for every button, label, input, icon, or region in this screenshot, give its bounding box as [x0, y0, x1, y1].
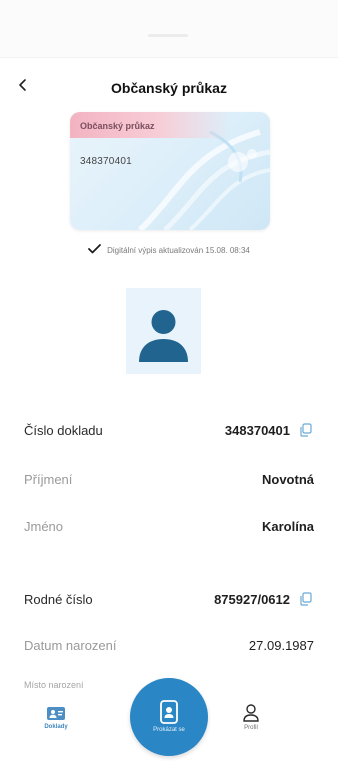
top-sheet: [0, 0, 338, 58]
person-avatar-icon: [139, 310, 188, 362]
prove-identity-label: Prokázat se: [153, 727, 185, 733]
id-card-preview[interactable]: Občanský průkaz 348370401: [70, 112, 270, 230]
field-label: Číslo dokladu: [24, 422, 103, 438]
check-icon: [88, 241, 102, 259]
nav-profil[interactable]: Profil: [228, 703, 274, 731]
field-document-number: Číslo dokladu 348370401: [24, 419, 314, 441]
nav-doklady[interactable]: Doklady: [36, 706, 76, 730]
field-first-name: Jméno Karolína: [24, 515, 314, 537]
field-value-wrap: 875927/0612: [214, 591, 314, 607]
card-number: 348370401: [80, 156, 132, 167]
field-label: Datum narození: [24, 637, 117, 653]
field-birth-number: Rodné číslo 875927/0612: [24, 588, 314, 610]
qr-id-icon: [160, 700, 178, 724]
field-value: 348370401: [224, 422, 290, 438]
copy-icon: [300, 423, 312, 437]
field-label: Jméno: [24, 518, 64, 534]
card-title: Občanský průkaz: [80, 121, 155, 131]
id-card-icon: [47, 707, 65, 720]
drag-handle[interactable]: [148, 34, 188, 37]
user-icon: [243, 704, 259, 722]
field-surname: Příjmení Novotná: [24, 468, 314, 490]
copy-button[interactable]: [298, 422, 314, 438]
page-header: Občanský průkaz: [0, 74, 338, 104]
field-value-wrap: 348370401: [225, 422, 314, 438]
field-birth-place-label: Místo narození: [24, 680, 84, 690]
field-value: 27.09.1987: [248, 637, 314, 653]
prove-identity-button[interactable]: Prokázat se: [130, 678, 208, 756]
field-label: Rodné číslo: [24, 591, 93, 607]
copy-icon: [300, 592, 312, 606]
field-value: Karolína: [261, 518, 314, 534]
field-label: Příjmení: [24, 471, 73, 487]
holder-photo: [126, 288, 201, 374]
nav-profil-label: Profil: [244, 725, 258, 731]
page-title: Občanský průkaz: [111, 80, 227, 96]
field-value: 875927/0612: [214, 591, 290, 607]
status-text: Digitální výpis aktualizován 15.08. 08:3…: [107, 245, 250, 255]
field-value: Novotná: [262, 471, 314, 487]
field-birth-date: Datum narození 27.09.1987: [24, 634, 314, 656]
update-status: Digitální výpis aktualizován 15.08. 08:3…: [0, 242, 338, 258]
copy-button[interactable]: [298, 591, 314, 607]
nav-doklady-label: Doklady: [44, 724, 68, 730]
